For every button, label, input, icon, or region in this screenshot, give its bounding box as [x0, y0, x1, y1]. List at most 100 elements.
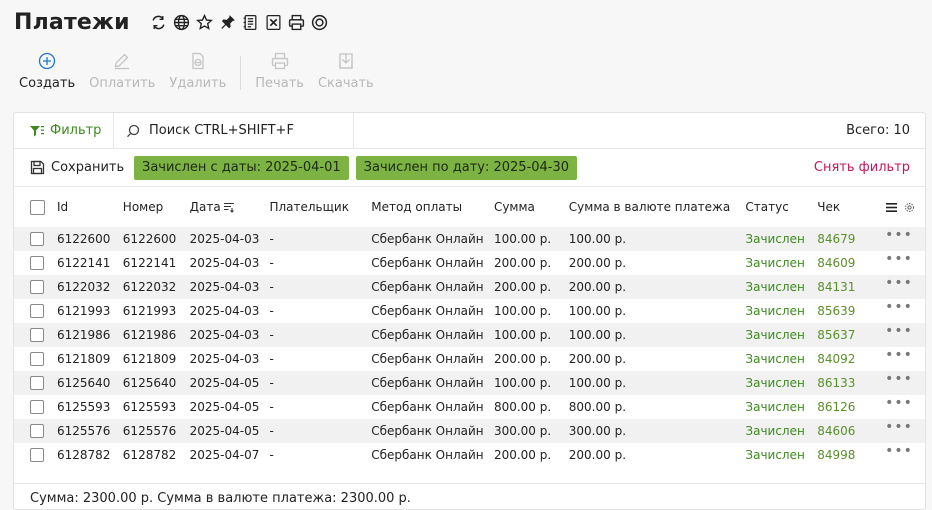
- cell-sum: 200.00 р.: [493, 352, 552, 366]
- row-actions-more-icon[interactable]: •••: [885, 300, 913, 314]
- row-checkbox[interactable]: [30, 376, 44, 390]
- row-select-cell: [14, 280, 57, 294]
- row-actions-more-icon[interactable]: •••: [885, 228, 913, 242]
- table-row[interactable]: 6125593 6125593 2025-04-05- Сбербанк Онлайн…: [14, 395, 925, 419]
- download-button[interactable]: Скачать: [311, 50, 381, 91]
- cell-check-link[interactable]: 85637: [817, 328, 885, 342]
- column-header-currency-sum[interactable]: Сумма в валюте платежа: [569, 200, 746, 214]
- column-header-date[interactable]: Дата: [190, 200, 270, 214]
- cell-id: 6128782: [56, 448, 111, 462]
- pin-icon[interactable]: [219, 14, 236, 31]
- column-header-status[interactable]: Статус: [745, 200, 817, 214]
- row-actions-more-icon[interactable]: •••: [885, 372, 913, 386]
- filter-row: Фильтр Поиск CTRL+SHIFT+F Всего: 10: [14, 113, 925, 149]
- cell-date: 2025-04-07: [189, 448, 260, 462]
- column-header-number[interactable]: Номер: [123, 200, 190, 214]
- table-footer-summary: Сумма: 2300.00 р. Сумма в валюте платежа…: [14, 483, 925, 510]
- row-checkbox[interactable]: [30, 256, 44, 270]
- column-header-id[interactable]: Id: [57, 200, 123, 214]
- toolbar-divider: [240, 56, 242, 90]
- cell-check-link[interactable]: 84679: [817, 232, 885, 246]
- delete-button[interactable]: Удалить: [162, 50, 233, 91]
- row-checkbox[interactable]: [30, 328, 44, 342]
- row-actions-more-icon[interactable]: •••: [885, 324, 913, 338]
- filter-button[interactable]: Фильтр: [14, 113, 114, 148]
- document-list-icon[interactable]: [242, 14, 259, 31]
- cell-check-link[interactable]: 85639: [817, 304, 885, 318]
- cell-date: 2025-04-03: [189, 256, 260, 270]
- cell-currency-sum: 100.00 р.: [568, 376, 627, 390]
- row-actions-more-icon[interactable]: •••: [885, 252, 913, 266]
- gear-icon[interactable]: [904, 202, 915, 213]
- cell-id: 6121809: [56, 352, 111, 366]
- printer-icon[interactable]: [288, 14, 305, 31]
- row-select-cell: [14, 376, 57, 390]
- table-row[interactable]: 6121986 6121986 2025-04-03- Сбербанк Онлайн…: [14, 323, 925, 347]
- refresh-icon[interactable]: [150, 14, 167, 31]
- pay-label: Оплатить: [89, 76, 156, 91]
- cell-status: Зачислен: [745, 352, 805, 366]
- filter-chip-date-to[interactable]: Зачислен по дату: 2025-04-30: [355, 155, 578, 180]
- plus-circle-icon: [38, 50, 56, 72]
- pay-button[interactable]: Оплатить: [82, 50, 162, 91]
- cell-status: Зачислен: [745, 256, 805, 270]
- row-actions-more-icon[interactable]: •••: [885, 444, 913, 458]
- column-menu-icon[interactable]: [885, 201, 898, 214]
- row-checkbox[interactable]: [30, 280, 44, 294]
- row-checkbox[interactable]: [30, 400, 44, 414]
- clear-filter-link[interactable]: Снять фильтр: [814, 160, 910, 175]
- cell-check-link[interactable]: 86126: [817, 400, 885, 414]
- cell-check-link[interactable]: 84131: [817, 280, 885, 294]
- cell-check-link[interactable]: 84092: [817, 352, 885, 366]
- globe-icon[interactable]: [173, 14, 190, 31]
- cell-check-link[interactable]: 84609: [817, 256, 885, 270]
- search-input[interactable]: Поиск CTRL+SHIFT+F: [114, 113, 354, 148]
- select-all-checkbox[interactable]: [30, 199, 45, 215]
- table-row[interactable]: 6125640 6125640 2025-04-05- Сбербанк Онлайн…: [14, 371, 925, 395]
- column-header-payer[interactable]: Плательщик: [269, 200, 371, 214]
- row-checkbox[interactable]: [30, 424, 44, 438]
- row-checkbox[interactable]: [30, 448, 44, 462]
- save-filter-button[interactable]: Сохранить: [14, 160, 134, 175]
- cell-payer: -: [269, 424, 274, 438]
- help-circle-icon[interactable]: [311, 14, 328, 31]
- table-row[interactable]: 6125576 6125576 2025-04-05- Сбербанк Онлайн…: [14, 419, 925, 443]
- cell-sum: 100.00 р.: [493, 376, 552, 390]
- star-icon[interactable]: [195, 13, 213, 31]
- row-actions-more-icon[interactable]: •••: [885, 420, 913, 434]
- row-select-cell: [14, 232, 57, 246]
- cell-sum: 200.00 р.: [493, 256, 552, 270]
- row-checkbox[interactable]: [30, 304, 44, 318]
- table-row[interactable]: 6122141 6122141 2025-04-03- Сбербанк Онлайн…: [14, 251, 925, 275]
- table-row[interactable]: 6122600 6122600 2025-04-03- Сбербанк Онлайн…: [14, 227, 925, 251]
- row-actions-cell: •••: [885, 324, 925, 338]
- row-actions-more-icon[interactable]: •••: [885, 396, 913, 410]
- cell-payer: -: [269, 352, 274, 366]
- row-checkbox[interactable]: [30, 352, 44, 366]
- row-select-cell: [14, 304, 57, 318]
- cell-method: Сбербанк Онлайн: [371, 280, 484, 294]
- column-header-method[interactable]: Метод оплаты: [371, 200, 494, 214]
- create-button[interactable]: Создать: [12, 50, 82, 91]
- row-actions-more-icon[interactable]: •••: [885, 276, 913, 290]
- print-button[interactable]: Печать: [248, 50, 311, 91]
- column-header-sum[interactable]: Сумма: [494, 200, 569, 214]
- column-header-check[interactable]: Чек: [817, 200, 885, 214]
- table-row[interactable]: 6121993 6121993 2025-04-03- Сбербанк Онлайн…: [14, 299, 925, 323]
- cell-sum: 100.00 р.: [493, 304, 552, 318]
- cell-check-link[interactable]: 84606: [817, 424, 885, 438]
- table-row[interactable]: 6121809 6121809 2025-04-03- Сбербанк Онлайн…: [14, 347, 925, 371]
- cell-date: 2025-04-03: [189, 304, 260, 318]
- excel-export-icon[interactable]: [265, 14, 282, 31]
- row-checkbox[interactable]: [30, 232, 44, 246]
- row-actions-more-icon[interactable]: •••: [885, 348, 913, 362]
- cell-payer: -: [269, 304, 274, 318]
- table-row[interactable]: 6122032 6122032 2025-04-03- Сбербанк Онлайн…: [14, 275, 925, 299]
- cell-check-link[interactable]: 84998: [817, 448, 885, 462]
- filter-chip-date-from[interactable]: Зачислен с даты: 2025-04-01: [134, 155, 349, 180]
- cell-date: 2025-04-05: [189, 376, 260, 390]
- title-icons: [150, 13, 328, 31]
- cell-date: 2025-04-05: [189, 424, 260, 438]
- cell-check-link[interactable]: 86133: [817, 376, 885, 390]
- table-row[interactable]: 6128782 6128782 2025-04-07- Сбербанк Онлайн…: [14, 443, 925, 467]
